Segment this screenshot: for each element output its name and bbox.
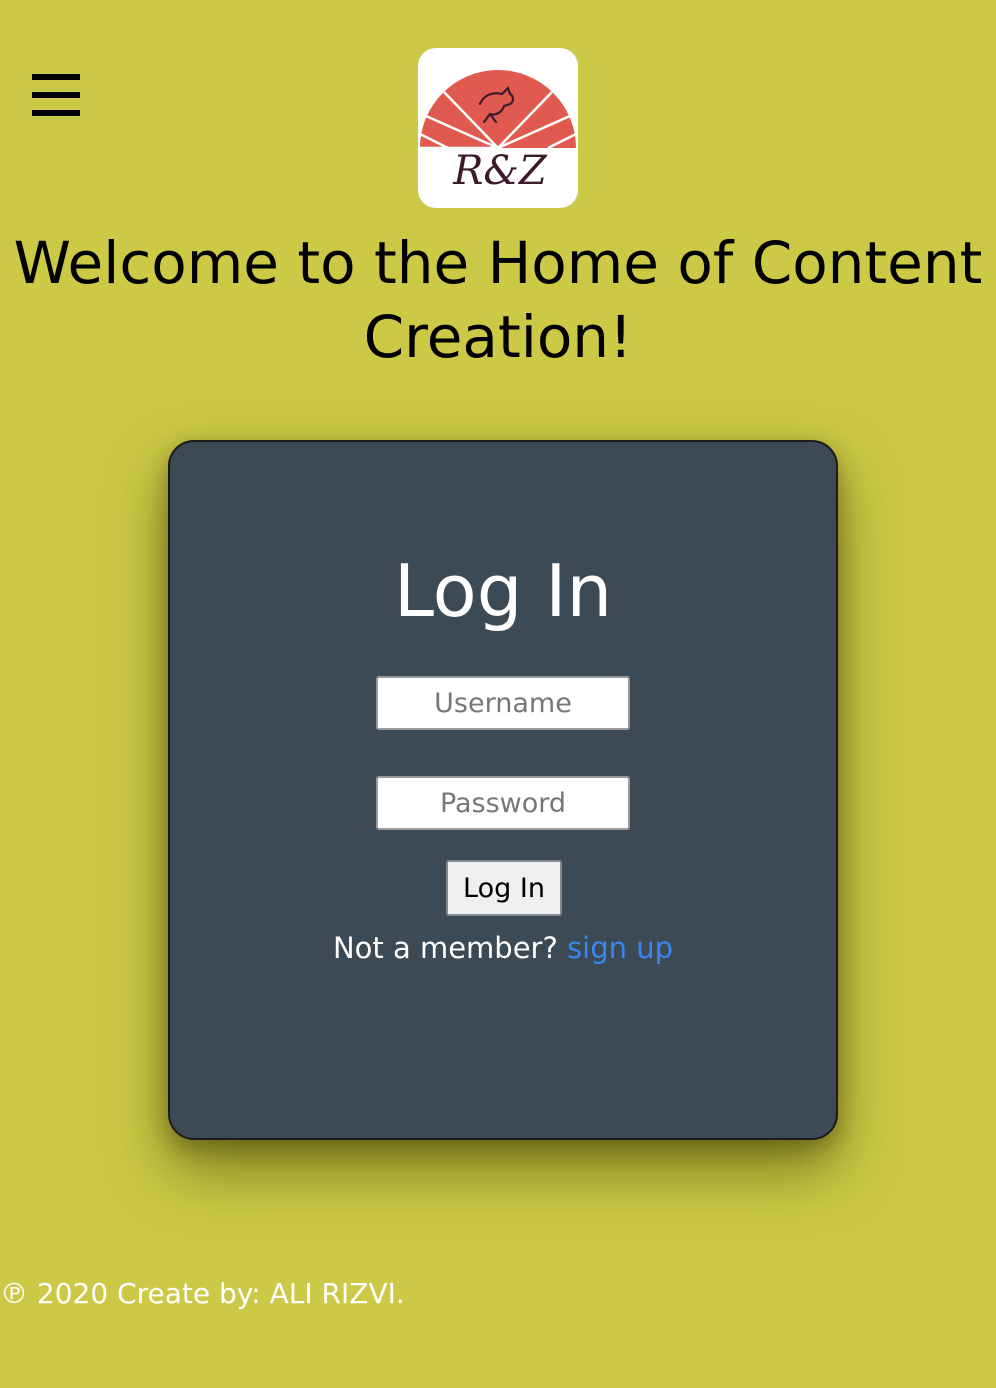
- login-button[interactable]: Log In: [446, 860, 562, 916]
- menu-bar-top: [32, 74, 80, 80]
- footer-copyright: ℗ 2020 Create by: ALI RIZVI.: [0, 1277, 405, 1310]
- menu-bar-bottom: [32, 110, 80, 116]
- signup-prompt-line: Not a member? sign up: [170, 928, 836, 968]
- login-title: Log In: [393, 549, 613, 633]
- logo[interactable]: R&Z: [418, 48, 578, 208]
- welcome-heading: Welcome to the Home of Content Creation!: [13, 229, 983, 371]
- hamburger-menu-icon[interactable]: [32, 74, 80, 116]
- signup-prompt: Not a member?: [332, 931, 558, 965]
- logo-graphic: R&Z: [419, 70, 577, 194]
- signup-link[interactable]: sign up: [567, 931, 673, 965]
- menu-bar-middle: [32, 92, 80, 98]
- login-card: Log In Log In Not a member? sign up: [168, 440, 838, 1140]
- logo-text: R&Z: [452, 148, 548, 194]
- password-input[interactable]: [376, 776, 630, 830]
- username-input[interactable]: [376, 676, 630, 730]
